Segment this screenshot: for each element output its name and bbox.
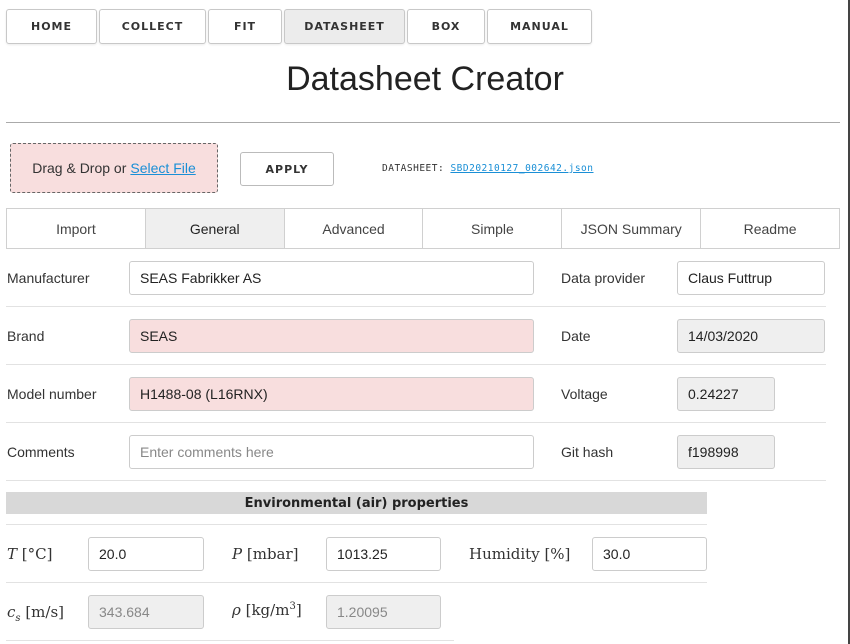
date-field: 14/03/2020 <box>677 319 825 353</box>
sound-speed-label: cs [m/s] <box>7 603 64 624</box>
humidity-field[interactable]: 30.0 <box>592 537 707 571</box>
row-divider <box>6 364 826 365</box>
page-title: Datasheet Creator <box>286 60 564 98</box>
git-hash-field: f198998 <box>677 435 775 469</box>
brand-label: Brand <box>7 328 45 344</box>
nav-fit-button[interactable]: FIT <box>208 9 282 44</box>
temperature-symbol: T <box>7 545 18 563</box>
datasheet-filename: DATASHEET: SBD20210127_002642.json <box>382 163 594 174</box>
nav-manual-button[interactable]: MANUAL <box>487 9 592 44</box>
density-field: 1.20095 <box>326 595 441 629</box>
row-divider <box>6 422 826 423</box>
comments-field[interactable]: Enter comments here <box>129 435 534 469</box>
tab-bar: Import General Advanced Simple JSON Summ… <box>6 208 840 249</box>
model-number-label: Model number <box>7 386 97 402</box>
apply-button[interactable]: APPLY <box>240 152 334 186</box>
environment-section-header: Environmental (air) properties <box>6 492 707 514</box>
humidity-text: Humidity <box>469 545 540 563</box>
date-label: Date <box>561 328 591 344</box>
density-label: ρ [kg/m3] <box>232 601 302 619</box>
top-nav: HOME COLLECT FIT DATASHEET BOX MANUAL <box>6 9 592 44</box>
row-divider <box>6 480 826 481</box>
tab-simple[interactable]: Simple <box>423 209 563 248</box>
datasheet-label: DATASHEET: <box>382 163 445 174</box>
sound-speed-subscript: s <box>15 613 21 624</box>
tab-readme[interactable]: Readme <box>701 209 839 248</box>
dropzone-text: Drag & Drop or <box>32 160 127 176</box>
humidity-unit: [%] <box>544 545 571 563</box>
pressure-symbol: P <box>232 545 243 563</box>
file-dropzone[interactable]: Drag & Drop or Select File <box>10 143 218 193</box>
density-symbol: ρ <box>232 601 241 619</box>
sound-speed-field: 343.684 <box>88 595 204 629</box>
data-provider-field[interactable]: Claus Futtrup <box>677 261 825 295</box>
pressure-unit: [mbar] <box>246 545 299 563</box>
pressure-label: P [mbar] <box>232 545 299 563</box>
nav-datasheet-button[interactable]: DATASHEET <box>284 9 405 44</box>
row-divider <box>6 306 826 307</box>
voltage-label: Voltage <box>561 386 608 402</box>
select-file-link[interactable]: Select File <box>130 160 195 176</box>
humidity-label: Humidity [%] <box>469 545 570 563</box>
temperature-label: T [°C] <box>7 545 52 563</box>
temperature-unit: [°C] <box>21 545 53 563</box>
sound-speed-unit: [m/s] <box>25 603 65 621</box>
voltage-field: 0.24227 <box>677 377 775 411</box>
pressure-field[interactable]: 1013.25 <box>326 537 441 571</box>
manufacturer-label: Manufacturer <box>7 270 90 286</box>
row-divider <box>6 640 454 641</box>
tab-json-summary[interactable]: JSON Summary <box>562 209 702 248</box>
git-hash-label: Git hash <box>561 444 614 460</box>
nav-home-button[interactable]: HOME <box>6 9 97 44</box>
model-number-field[interactable]: H1488-08 (L16RNX) <box>129 377 534 411</box>
manufacturer-field[interactable]: SEAS Fabrikker AS <box>129 261 534 295</box>
comments-label: Comments <box>7 444 75 460</box>
density-unit-close: ] <box>295 601 302 619</box>
tab-general[interactable]: General <box>145 209 285 248</box>
nav-box-button[interactable]: BOX <box>407 9 485 44</box>
nav-collect-button[interactable]: COLLECT <box>99 9 206 44</box>
datasheet-file-link[interactable]: SBD20210127_002642.json <box>450 163 593 174</box>
tab-advanced[interactable]: Advanced <box>284 209 424 248</box>
row-divider <box>6 582 707 583</box>
density-unit: [kg/m <box>245 601 290 619</box>
temperature-field[interactable]: 20.0 <box>88 537 204 571</box>
title-divider <box>6 122 840 123</box>
data-provider-label: Data provider <box>561 270 646 286</box>
tab-import[interactable]: Import <box>7 209 146 248</box>
brand-field[interactable]: SEAS <box>129 319 534 353</box>
row-divider <box>6 524 707 525</box>
